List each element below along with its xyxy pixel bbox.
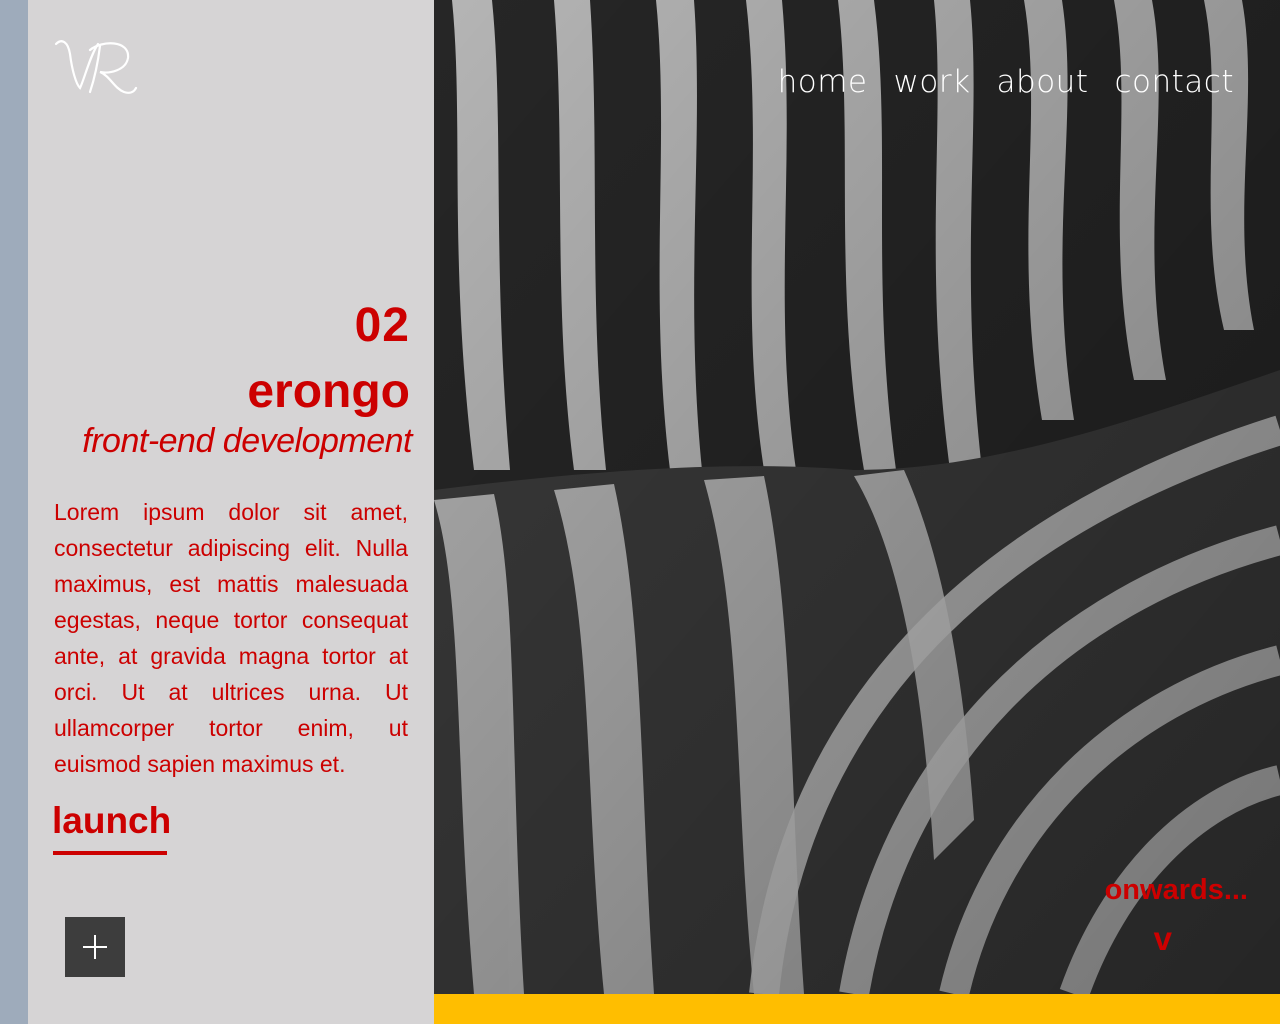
project-number: 02 — [354, 299, 410, 352]
vr-logo-icon[interactable] — [54, 36, 138, 98]
project-title: erongo — [247, 365, 410, 418]
launch-underline — [53, 851, 167, 855]
nav-work[interactable]: work — [894, 64, 971, 100]
scroll-down-arrow[interactable]: v — [1154, 922, 1172, 955]
hero-image — [434, 0, 1280, 994]
nav-home[interactable]: home — [778, 64, 868, 100]
nav-contact[interactable]: contact — [1114, 64, 1234, 100]
info-panel: 02 erongo front-end development Lorem ip… — [28, 0, 434, 1024]
expand-button[interactable] — [65, 917, 125, 977]
project-description: Lorem ipsum dolor sit amet, consectetur … — [54, 499, 408, 777]
launch-link[interactable]: launch — [52, 802, 171, 839]
nav-about[interactable]: about — [997, 64, 1089, 100]
onwards-label: onwards... — [1104, 874, 1248, 906]
bottom-accent-bar — [434, 994, 1280, 1024]
left-edge-strip — [0, 0, 28, 1024]
project-subtitle: front-end development — [82, 422, 412, 460]
main-nav: home work about contact — [778, 64, 1234, 100]
plus-icon — [83, 935, 107, 959]
